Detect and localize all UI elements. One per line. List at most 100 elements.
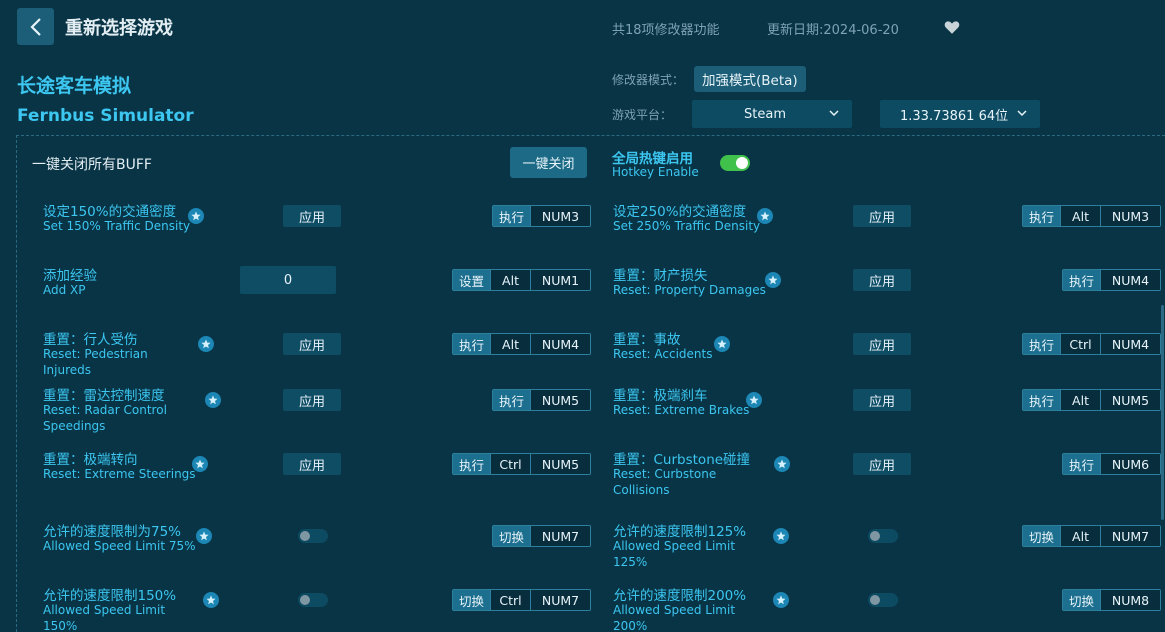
feature-name-cn: 重置：事故 xyxy=(613,332,681,348)
star-icon[interactable] xyxy=(765,272,781,288)
hotkey-action-label: 切换 xyxy=(493,526,531,546)
hotkey-action-label: 切换 xyxy=(453,590,491,610)
page-title: 重新选择游戏 xyxy=(65,18,173,39)
hotkey-group[interactable]: 切换 Ctrl NUM7 xyxy=(452,589,592,611)
star-icon[interactable] xyxy=(746,392,762,408)
star-icon[interactable] xyxy=(757,208,773,224)
apply-button[interactable]: 应用 xyxy=(853,205,911,227)
apply-button[interactable]: 应用 xyxy=(853,389,911,411)
hotkey-group[interactable]: 执行 Ctrl NUM5 xyxy=(452,453,592,475)
platform-label: 游戏平台： xyxy=(612,108,673,122)
feature-name-cn: 允许的速度限制125% xyxy=(613,524,747,540)
apply-button[interactable]: 应用 xyxy=(853,333,911,355)
chevron-left-icon xyxy=(29,17,41,36)
hotkey-group[interactable]: 执行 Alt NUM5 xyxy=(1022,389,1162,411)
hotkey-modifier: Alt xyxy=(1060,206,1101,226)
hotkey-key: NUM7 xyxy=(1100,526,1161,546)
back-button[interactable] xyxy=(17,8,54,45)
hotkey-action-label: 切换 xyxy=(1023,526,1061,546)
apply-button[interactable]: 应用 xyxy=(283,205,341,227)
star-icon[interactable] xyxy=(196,528,212,544)
hotkey-group[interactable]: 执行 Alt NUM4 xyxy=(452,333,592,355)
feature-name-en: Reset: Extreme Brakes xyxy=(613,403,750,417)
feature-count: 共18项修改器功能 xyxy=(612,23,720,38)
apply-button[interactable]: 应用 xyxy=(283,453,341,475)
hotkey-group[interactable]: 执行 Ctrl NUM4 xyxy=(1022,333,1162,355)
hotkey-enable-subtitle: Hotkey Enable xyxy=(612,165,699,179)
platform-value: Steam xyxy=(744,106,786,122)
feature-name-cn: 重置：财产损失 xyxy=(613,268,708,284)
feature-name-en: Reset: Pedestrian Injureds xyxy=(43,347,148,377)
apply-button[interactable]: 应用 xyxy=(283,333,341,355)
hotkey-group[interactable]: 执行 NUM4 xyxy=(1062,269,1162,291)
feature-toggle[interactable] xyxy=(868,593,898,607)
mode-badge[interactable]: 加强模式(Beta) xyxy=(694,66,806,92)
apply-button[interactable]: 应用 xyxy=(283,389,341,411)
hotkey-group[interactable]: 设置 Alt NUM1 xyxy=(452,269,592,291)
hotkey-modifier: Ctrl xyxy=(490,590,531,610)
hotkey-key: NUM1 xyxy=(530,270,591,290)
mode-label: 修改器模式： xyxy=(612,73,685,87)
star-icon[interactable] xyxy=(205,392,221,408)
hotkey-action-label: 执行 xyxy=(453,334,491,354)
feature-name-cn: 重置：Curbstone碰撞 xyxy=(613,452,751,468)
hotkey-key: NUM7 xyxy=(530,526,591,546)
hotkey-group[interactable]: 执行 Alt NUM3 xyxy=(1022,205,1162,227)
xp-value-input[interactable]: 0 xyxy=(240,266,336,294)
hotkey-key: NUM4 xyxy=(1100,270,1161,290)
hotkey-action-label: 切换 xyxy=(1063,590,1101,610)
hotkey-action-label: 执行 xyxy=(1023,334,1061,354)
hotkey-action-label: 执行 xyxy=(1063,454,1101,474)
apply-button[interactable]: 应用 xyxy=(853,453,911,475)
version-dropdown[interactable]: 1.33.73861 64位 xyxy=(880,100,1040,128)
hotkey-action-label: 执行 xyxy=(453,454,491,474)
hotkey-action-label: 执行 xyxy=(1023,390,1061,410)
game-name-en: Fernbus Simulator xyxy=(17,106,194,126)
star-icon[interactable] xyxy=(192,456,208,472)
hotkey-key: NUM4 xyxy=(1100,334,1161,354)
scrollbar[interactable] xyxy=(1161,305,1164,520)
platform-dropdown[interactable]: Steam xyxy=(692,100,852,128)
hotkey-modifier: Alt xyxy=(1060,526,1101,546)
hotkey-key: NUM4 xyxy=(530,334,591,354)
star-icon[interactable] xyxy=(198,336,214,352)
hotkey-group[interactable]: 执行 NUM6 xyxy=(1062,453,1162,475)
feature-name-en: Set 250% Traffic Density xyxy=(613,219,761,233)
star-icon[interactable] xyxy=(203,592,219,608)
apply-button[interactable]: 应用 xyxy=(853,269,911,291)
close-all-button[interactable]: 一键关闭 xyxy=(510,147,587,178)
feature-name-en: Add XP xyxy=(43,283,86,297)
heart-icon[interactable] xyxy=(943,18,961,36)
hotkey-enable-title: 全局热键启用 xyxy=(612,151,693,167)
version-value: 1.33.73861 64位 xyxy=(900,108,1009,124)
feature-name-en: Allowed Speed Limit 150% xyxy=(43,603,166,632)
feature-name-cn: 允许的速度限制150% xyxy=(43,588,177,604)
feature-name-en: Reset: Radar Control Speedings xyxy=(43,403,167,433)
hotkey-action-label: 执行 xyxy=(1023,206,1061,226)
star-icon[interactable] xyxy=(188,208,204,224)
star-icon[interactable] xyxy=(714,336,730,352)
hotkey-group[interactable]: 切换 NUM7 xyxy=(492,525,592,547)
star-icon[interactable] xyxy=(774,456,790,472)
feature-toggle[interactable] xyxy=(868,529,898,543)
hotkey-action-label: 设置 xyxy=(453,270,491,290)
feature-name-cn: 允许的速度限制200% xyxy=(613,588,747,604)
hotkey-enable-toggle[interactable] xyxy=(720,155,750,171)
star-icon[interactable] xyxy=(773,592,789,608)
hotkey-modifier: Alt xyxy=(490,334,531,354)
hotkey-modifier: Alt xyxy=(490,270,531,290)
hotkey-action-label: 执行 xyxy=(1063,270,1101,290)
hotkey-modifier: Ctrl xyxy=(490,454,531,474)
feature-toggle[interactable] xyxy=(298,593,328,607)
hotkey-key: NUM3 xyxy=(530,206,591,226)
star-icon[interactable] xyxy=(773,528,789,544)
hotkey-key: NUM5 xyxy=(530,454,591,474)
hotkey-group[interactable]: 执行 NUM3 xyxy=(492,205,592,227)
hotkey-group[interactable]: 切换 NUM8 xyxy=(1062,589,1162,611)
feature-toggle[interactable] xyxy=(298,529,328,543)
hotkey-key: NUM6 xyxy=(1100,454,1161,474)
chevron-down-icon xyxy=(1017,110,1027,117)
hotkey-group[interactable]: 切换 Alt NUM7 xyxy=(1022,525,1162,547)
hotkey-key: NUM8 xyxy=(1100,590,1161,610)
hotkey-group[interactable]: 执行 NUM5 xyxy=(492,389,592,411)
